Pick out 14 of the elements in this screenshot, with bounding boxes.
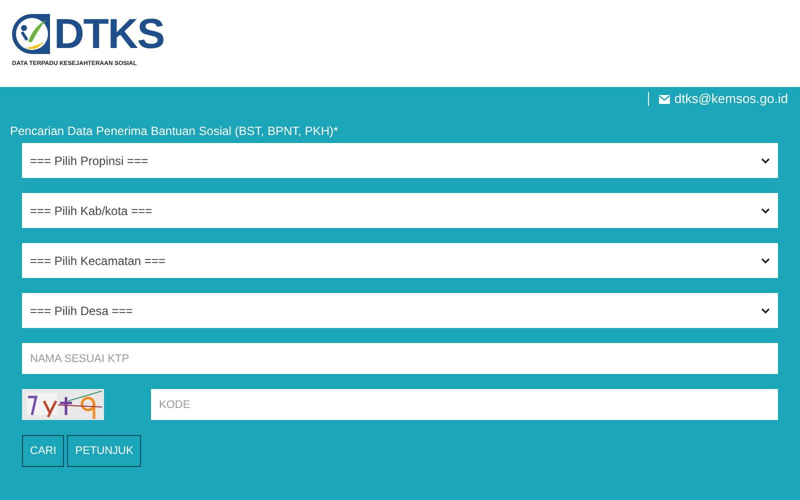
- code-field[interactable]: KODE: [151, 389, 778, 420]
- dropdown-field[interactable]: === Pilih Kecamatan ===: [22, 243, 778, 278]
- chevron-down-icon: [761, 258, 770, 264]
- chevron-down-icon: [761, 158, 770, 164]
- logo-icon: [12, 12, 52, 56]
- form-title: Pencarian Data Penerima Bantuan Sosial (BST, BPNT, PKH)*: [10, 123, 340, 139]
- name-field[interactable]: NAMA SESUAI KTP: [22, 343, 778, 374]
- dropdown-field[interactable]: === Pilih Desa ===: [22, 293, 778, 328]
- chevron-down-icon: [761, 208, 770, 214]
- dropdown-field[interactable]: === Pilih Kab/kota ===: [22, 193, 778, 228]
- logo-title: DTKS: [54, 13, 164, 55]
- chevron-down-icon: [761, 308, 770, 314]
- mail-icon: [659, 94, 670, 104]
- dropdown-field[interactable]: === Pilih Propinsi ===: [22, 143, 778, 178]
